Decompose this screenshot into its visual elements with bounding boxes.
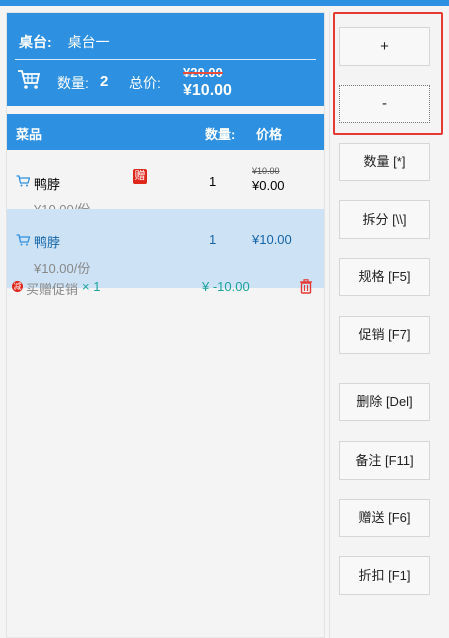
order-item-row-selected[interactable]: 鸭脖 1 ¥10.00 ¥10.00/份 减 买赠促销 × 1 ¥ -10.00 [7, 209, 324, 297]
dish-column-header: 菜品 [16, 127, 43, 142]
original-total: ¥20.00 [183, 65, 223, 80]
gift-button[interactable]: 赠送 [F6] [339, 499, 430, 537]
order-table-header: 菜品 数量: 价格 [7, 114, 324, 150]
price-column-header: 价格 [256, 127, 283, 142]
promo-icon: 减 [12, 281, 23, 292]
promo-qty: × 1 [82, 279, 101, 294]
quantity-button[interactable]: 数量 [*] [339, 143, 430, 181]
panel-divider [329, 12, 330, 638]
promo-label: 买赠促销 [26, 282, 79, 297]
spec-button[interactable]: 规格 [F5] [339, 258, 430, 296]
top-accent-bar [0, 0, 449, 6]
cart-icon [18, 70, 41, 89]
item-name: 鸭脖 [34, 235, 61, 250]
trash-icon[interactable] [299, 279, 313, 294]
item-qty: 1 [209, 174, 217, 189]
delete-button[interactable]: 删除 [Del] [339, 383, 430, 421]
summary-divider [15, 59, 316, 60]
remark-button[interactable]: 备注 [F11] [339, 441, 430, 480]
decrease-button[interactable]: - [339, 85, 430, 123]
discount-button[interactable]: 折扣 [F1] [339, 556, 430, 595]
item-price: ¥0.00 [252, 178, 285, 193]
promo-discount: ¥ -10.00 [202, 279, 250, 294]
increase-button[interactable]: + [339, 27, 430, 66]
item-unit-price: ¥10.00/份 [34, 261, 91, 276]
quantity-label: 数量: [57, 75, 89, 91]
promo-button[interactable]: 促销 [F7] [339, 316, 430, 354]
cart-icon [16, 175, 30, 187]
table-label: 桌台: [19, 34, 52, 50]
split-button[interactable]: 拆分 [\\] [339, 200, 430, 239]
gift-badge: 赠 [133, 169, 147, 184]
item-original-price: ¥10.00 [252, 166, 280, 176]
final-total: ¥10.00 [183, 82, 232, 99]
table-info: 桌台: 桌台一 [19, 32, 110, 52]
table-name: 桌台一 [67, 34, 110, 50]
qty-column-header: 数量: [205, 127, 236, 142]
quantity-value: 2 [100, 73, 109, 90]
order-summary: 桌台: 桌台一 数量: 2 总价: ¥20.00 ¥10.00 [7, 13, 324, 106]
item-name: 鸭脖 [34, 177, 61, 192]
cart-icon [16, 234, 30, 246]
order-panel: 桌台: 桌台一 数量: 2 总价: ¥20.00 ¥10.00 菜品 数量: 价… [6, 12, 325, 638]
item-price: ¥10.00 [252, 232, 292, 247]
order-item-row[interactable]: 鸭脖 赠 1 ¥10.00 ¥0.00 ¥10.00/份 [7, 151, 324, 217]
item-qty: 1 [209, 232, 217, 247]
total-label: 总价: [129, 75, 161, 91]
